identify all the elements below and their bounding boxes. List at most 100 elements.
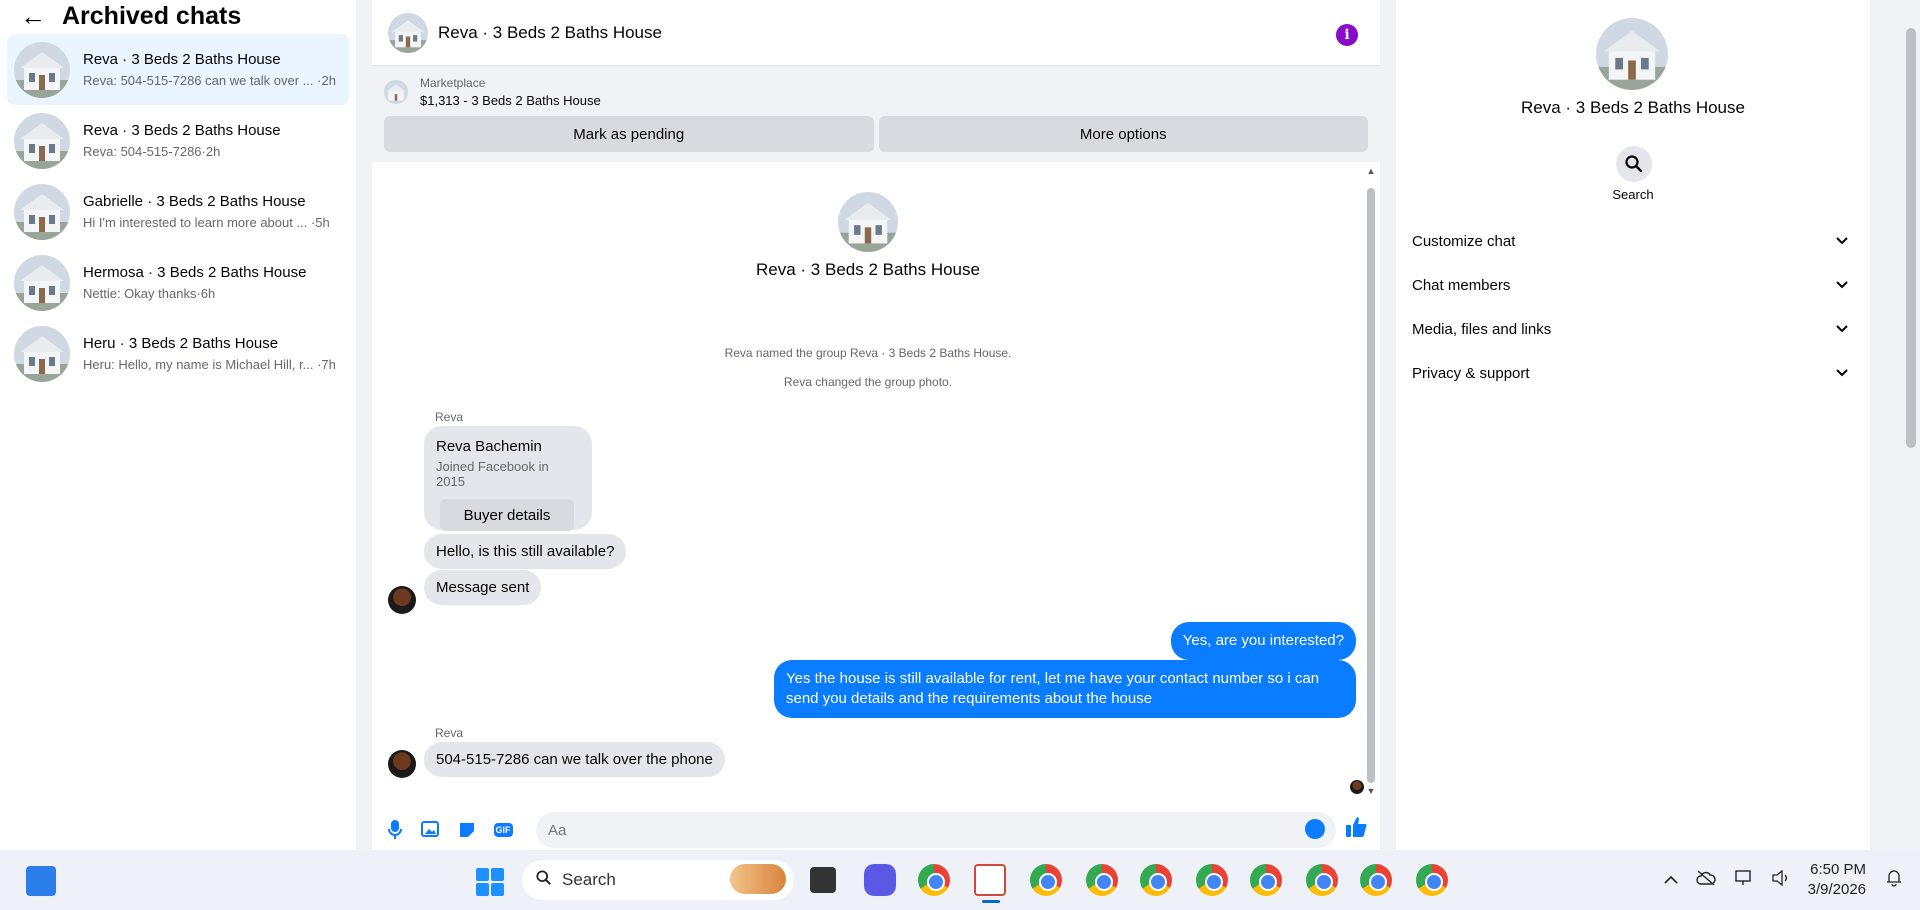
active-app-indicator (982, 900, 1000, 903)
taskbar-search[interactable]: Search (522, 860, 794, 900)
chat-name: Hermosa · 3 Beds 2 Baths House (83, 264, 307, 281)
sender-name: Reva (435, 410, 464, 424)
scroll-down-arrow-icon[interactable]: ▼ (1366, 786, 1376, 796)
listing-thumbnail[interactable] (384, 80, 408, 104)
chrome-profile-icon[interactable] (1140, 864, 1172, 896)
seen-indicator (1350, 780, 1364, 794)
composer: GIF (372, 810, 1380, 850)
house-avatar[interactable] (388, 12, 428, 53)
chevron-down-icon (1836, 366, 1848, 380)
cloud-offline-icon[interactable] (1695, 869, 1716, 891)
incoming-message[interactable]: 504-515-7286 can we talk over the phone (424, 742, 725, 777)
incoming-message[interactable]: Message sent (424, 570, 542, 605)
clock[interactable]: 6:50 PM 3/9/2026 (1808, 860, 1866, 900)
chat-item[interactable]: Reva · 3 Beds 2 Baths House Reva: 504-51… (7, 105, 349, 176)
message-list: Reva · 3 Beds 2 Baths House Reva named t… (372, 164, 1364, 804)
house-avatar (14, 325, 70, 382)
chevron-up-icon[interactable] (1664, 871, 1678, 889)
chrome-icon[interactable] (918, 864, 950, 896)
sender-name: Reva (435, 726, 464, 740)
chevron-down-icon (1836, 234, 1848, 248)
microphone-icon[interactable] (384, 819, 406, 841)
section-label: Chat members (1412, 276, 1511, 294)
thumbs-up-icon[interactable] (1346, 817, 1368, 843)
info-icon[interactable]: i (1336, 24, 1358, 46)
scrollbar-thumb[interactable] (1367, 188, 1375, 783)
sender-avatar[interactable] (388, 586, 416, 614)
buyer-card: Reva Bachemin Joined Facebook in 2015 Bu… (424, 426, 592, 531)
snipping-tool-icon[interactable] (974, 864, 1006, 896)
message-input[interactable] (536, 812, 1336, 848)
buyer-details-button[interactable]: Buyer details (440, 499, 574, 531)
search-button[interactable] (1616, 146, 1652, 182)
conversation-title[interactable]: Reva · 3 Beds 2 Baths House (438, 23, 662, 43)
chat-preview: Heru: Hello, my name is Michael Hill, r.… (83, 357, 336, 372)
search-label: Search (1612, 187, 1654, 202)
chrome-profile-icon[interactable] (1416, 864, 1448, 896)
taskbar-search-label: Search (562, 870, 616, 889)
chat-preview: Reva: 504-515-7286·2h (83, 144, 221, 159)
section-label: Privacy & support (1412, 364, 1530, 382)
chrome-profile-icon[interactable] (1360, 864, 1392, 896)
group-avatar (838, 192, 898, 252)
photo-icon[interactable] (420, 819, 442, 841)
chrome-profile-icon[interactable] (1250, 864, 1282, 896)
sidebar-title: Archived chats (62, 1, 242, 30)
more-options-button[interactable]: More options (878, 116, 1368, 152)
notification-bell-icon[interactable] (1886, 869, 1902, 892)
system-tray: 6:50 PM 3/9/2026 (1664, 850, 1920, 910)
incoming-message[interactable]: Hello, is this still available? (424, 534, 627, 569)
outgoing-message[interactable]: Yes the house is still available for ren… (774, 660, 1356, 718)
chrome-profile-icon[interactable] (1306, 864, 1338, 896)
volume-icon[interactable] (1771, 869, 1790, 891)
group-avatar (1596, 18, 1668, 90)
chat-name: Reva · 3 Beds 2 Baths House (83, 122, 281, 139)
section-label: Customize chat (1412, 232, 1516, 250)
mark-as-pending-button[interactable]: Mark as pending (384, 116, 874, 152)
chat-item[interactable]: Heru · 3 Beds 2 Baths House Heru: Hello,… (7, 318, 349, 389)
gif-icon[interactable]: GIF (492, 819, 514, 841)
house-avatar (14, 41, 70, 98)
buyer-name: Reva Bachemin (436, 438, 542, 455)
chat-item[interactable]: Gabrielle · 3 Beds 2 Baths House Hi I'm … (7, 176, 349, 247)
search-icon (1625, 155, 1643, 173)
network-icon[interactable] (1734, 869, 1754, 891)
archived-chats-sidebar: ← Archived chats Reva · 3 Beds 2 Baths H… (0, 0, 356, 850)
start-button[interactable] (476, 868, 504, 896)
outgoing-message[interactable]: Yes, are you interested? (1170, 622, 1356, 660)
chat-name: Gabrielle · 3 Beds 2 Baths House (83, 193, 306, 210)
group-title: Reva · 3 Beds 2 Baths House (756, 260, 980, 279)
message-scrollbar[interactable]: ▲ ▼ (1366, 166, 1376, 796)
back-arrow-icon[interactable]: ← (20, 3, 50, 29)
chrome-profile-icon[interactable] (1086, 864, 1118, 896)
teams-icon[interactable] (864, 864, 896, 896)
scroll-up-arrow-icon[interactable]: ▲ (1366, 166, 1376, 176)
chat-preview: Reva: 504-515-7286 can we talk over ... … (83, 73, 336, 88)
chat-preview: Nettie: Okay thanks·6h (83, 286, 216, 301)
search-highlight-icon (730, 864, 786, 894)
info-title: Reva · 3 Beds 2 Baths House (1521, 98, 1745, 117)
chat-item[interactable]: Hermosa · 3 Beds 2 Baths House Nettie: O… (7, 247, 349, 318)
chrome-profile-icon[interactable] (1030, 864, 1062, 896)
section-label: Media, files and links (1412, 320, 1552, 338)
task-view-icon[interactable] (810, 867, 836, 893)
chrome-profile-icon[interactable] (1196, 864, 1228, 896)
house-avatar (14, 183, 70, 240)
house-avatar (14, 254, 70, 311)
sticker-icon[interactable] (456, 819, 478, 841)
scrollbar-thumb[interactable] (1906, 28, 1916, 448)
widgets-icon[interactable] (26, 866, 56, 896)
sender-avatar[interactable] (388, 750, 416, 778)
media-files-links-section[interactable]: Media, files and links (1412, 307, 1852, 351)
marketplace-bar: Marketplace $1,313 - 3 Beds 2 Baths Hous… (372, 66, 1380, 162)
privacy-support-section[interactable]: Privacy & support (1412, 351, 1852, 395)
page-scrollbar[interactable] (1900, 0, 1920, 850)
listing-title[interactable]: $1,313 - 3 Beds 2 Baths House (420, 93, 601, 108)
sidebar-header: ← Archived chats (0, 0, 356, 32)
chat-members-section[interactable]: Chat members (1412, 263, 1852, 307)
emoji-icon[interactable] (1305, 819, 1325, 839)
chat-item[interactable]: Reva · 3 Beds 2 Baths House Reva: 504-51… (7, 34, 349, 105)
clock-date: 3/9/2026 (1807, 881, 1866, 898)
customize-chat-section[interactable]: Customize chat (1412, 219, 1852, 263)
house-avatar (14, 112, 70, 169)
